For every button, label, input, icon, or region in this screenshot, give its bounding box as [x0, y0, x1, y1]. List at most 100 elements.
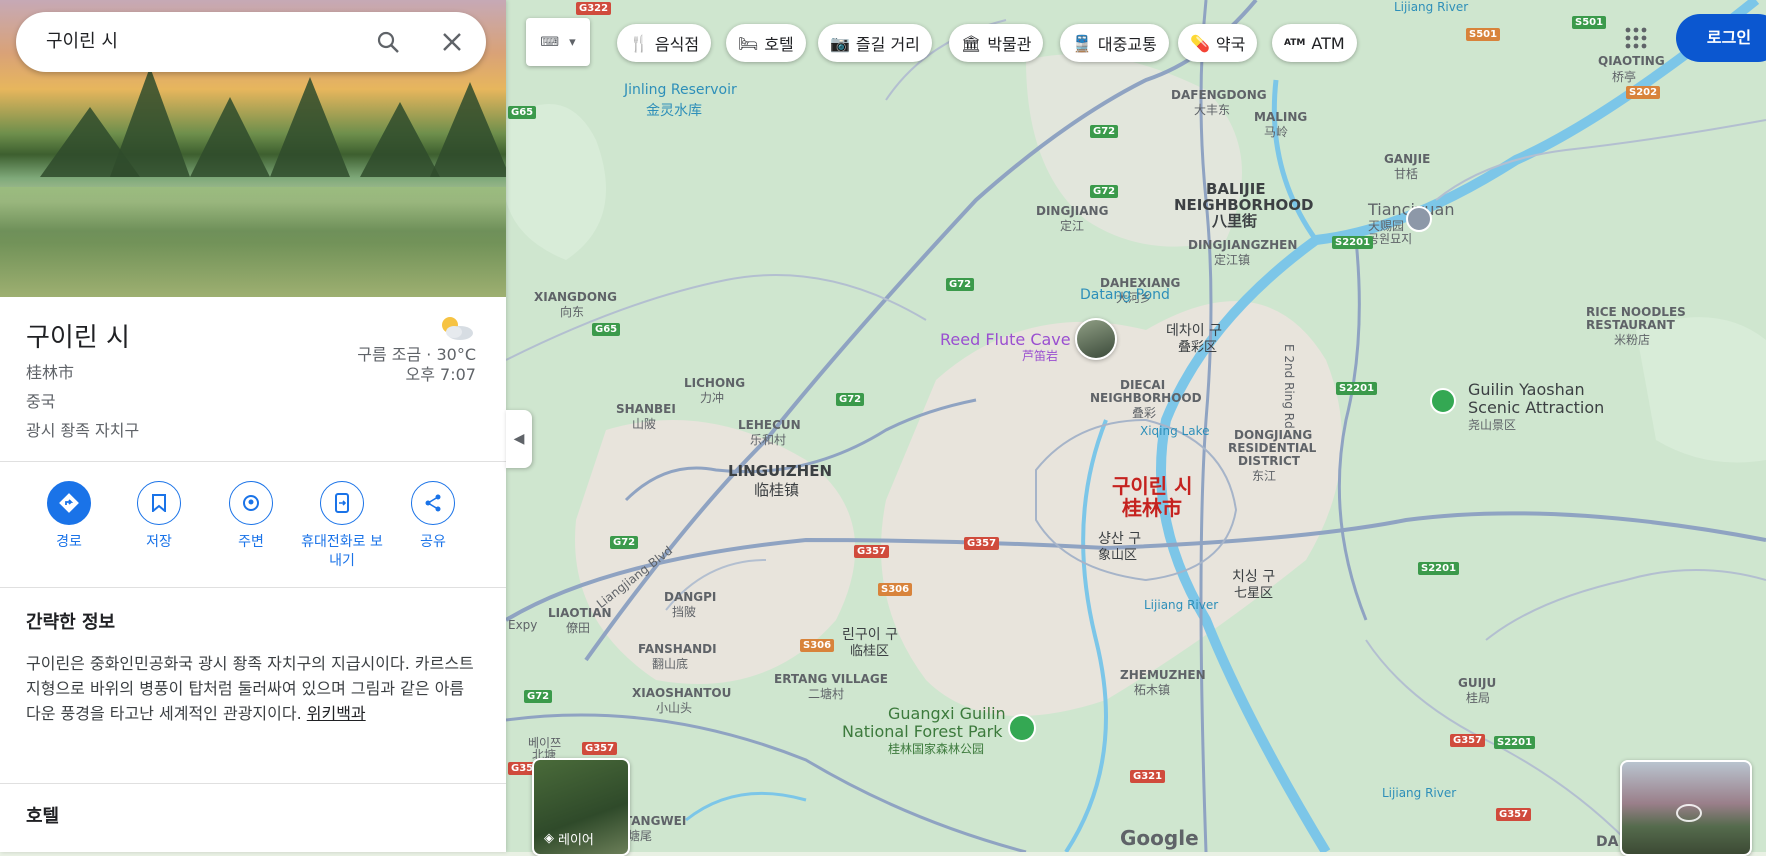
label-zhemuzhen-zh: 柘木镇 [1134, 683, 1171, 697]
label-dongjiang: DONGJIANG [1234, 428, 1313, 442]
label-diecai-neighborhood: DIECAI [1120, 378, 1166, 392]
label-lingui-district-zh: 临桂区 [850, 644, 890, 659]
label-rice-noodles-2: RESTAURANT [1586, 318, 1675, 332]
label-yaoshan: Guilin Yaoshan [1468, 380, 1585, 399]
label-da: DA [1596, 834, 1619, 850]
chip-museums[interactable]: 🏛 박물관 [949, 24, 1044, 62]
label-dafengdong-zh: 大丰东 [1194, 103, 1231, 117]
camera-icon: 📷 [830, 33, 850, 53]
divider [0, 783, 506, 784]
label-dingjiang-zh: 定江 [1060, 219, 1085, 233]
label-xiqing-lake: Xiqing Lake [1140, 424, 1210, 438]
share-icon [411, 481, 455, 525]
chip-pharmacy[interactable]: 💊 약국 [1178, 24, 1258, 62]
road-shield-s501: S501 [1466, 28, 1501, 41]
label-shanbei-zh: 山陂 [632, 417, 657, 431]
road-shield-g357: G357 [1496, 808, 1532, 821]
label-expy: Expy [508, 618, 538, 632]
search-icon[interactable] [374, 28, 402, 56]
street-view-360-icon [1676, 804, 1702, 822]
bookmark-icon [137, 481, 181, 525]
summary-text: 구이린은 중화인민공화국 광시 좡족 자치구의 지급시이다. 카르스트 지형으로… [26, 654, 474, 723]
input-tools-button[interactable]: ⌨ ▾ [526, 18, 590, 66]
label-rice-noodles: RICE NOODLES [1586, 305, 1686, 319]
road-shield-s501: S501 [1572, 16, 1607, 29]
label-dongjiang-zh: 东江 [1252, 469, 1277, 483]
chip-atm[interactable]: ATM ATM [1272, 24, 1357, 62]
nearby-button[interactable]: 주변 [205, 481, 297, 552]
road-shield-g65: G65 [508, 106, 537, 119]
wikipedia-link[interactable]: 위키백과 [307, 704, 366, 723]
layers-button[interactable]: ◈ 레이어 [532, 758, 630, 856]
login-button[interactable]: 로그인 [1676, 14, 1766, 62]
label-forest-park-zh: 桂林国家森林公园 [888, 742, 985, 756]
apps-grid-icon[interactable] [1620, 22, 1652, 54]
cemetery-icon[interactable] [1406, 206, 1432, 232]
chip-label: 즐길 거리 [855, 35, 920, 54]
label-dingjiangzhen: DINGJIANGZHEN [1188, 238, 1298, 252]
label-xiangdong: XIANGDONG [534, 290, 617, 304]
nearby-label: 주변 [238, 534, 264, 550]
label-lichong-zh: 力冲 [700, 391, 725, 405]
label-diecai-neighborhood-zh: 叠彩 [1132, 406, 1157, 420]
label-maling: MALING [1254, 110, 1308, 124]
summary-text-block: 구이린은 중화인민공화국 광시 좡족 자치구의 지급시이다. 카르스트 지형으로… [26, 651, 476, 726]
reed-flute-cave-photo-pin[interactable] [1075, 318, 1117, 360]
place-country: 중국 [26, 392, 56, 411]
chip-hotels[interactable]: 🛏 호텔 [726, 24, 806, 62]
label-dangpi-zh: 挡陂 [672, 605, 697, 619]
label-xiangdong-zh: 向东 [560, 305, 585, 319]
label-dongjiang-3: DISTRICT [1238, 454, 1300, 468]
label-tangwei: TANGWEI [624, 814, 687, 828]
label-dingjiangzhen-zh: 定江镇 [1214, 253, 1251, 267]
tree-park-icon[interactable] [1430, 388, 1456, 414]
road-shield-g321: G321 [1130, 770, 1166, 783]
place-local-name: 桂林市 [26, 363, 75, 382]
chip-label: 약국 [1215, 35, 1246, 54]
label-zhemuzhen: ZHEMUZHEN [1120, 668, 1206, 682]
mountain-shape [110, 67, 190, 177]
chip-label: 음식점 [654, 35, 700, 54]
road-shield-g357: G357 [854, 545, 890, 558]
save-label: 저장 [146, 534, 172, 550]
place-title: 구이린 시 [26, 323, 130, 353]
save-button[interactable]: 저장 [113, 481, 205, 552]
search-box[interactable]: 구이린 시 [16, 12, 486, 72]
chevron-left-icon: ◀ [513, 431, 525, 447]
send-to-phone-label: 휴대전화로 보내기 [301, 534, 383, 569]
send-to-phone-button[interactable]: 휴대전화로 보내기 [296, 481, 388, 571]
directions-label: 경로 [56, 534, 82, 550]
map-canvas[interactable]: Jinling Reservoir 金灵水库 DAFENGDONG 大丰东 MA… [506, 0, 1766, 852]
place-region: 광시 좡족 자치구 [26, 421, 140, 440]
label-tianciyuan-ko: 공원묘지 [1368, 232, 1413, 246]
street-view-thumbnail[interactable] [1620, 760, 1752, 856]
label-lehecun: LEHECUN [738, 418, 801, 432]
road-shield-s202: S202 [1626, 86, 1661, 99]
close-icon[interactable] [438, 28, 466, 56]
share-label: 공유 [420, 534, 446, 550]
road-shield-g322: G322 [576, 2, 612, 15]
label-fanshandi-zh: 翻山底 [652, 657, 689, 671]
directions-button[interactable]: 경로 [23, 481, 115, 552]
share-button[interactable]: 공유 [387, 481, 479, 552]
tree-park-icon[interactable] [1008, 714, 1036, 742]
atm-icon: ATM [1284, 38, 1306, 48]
search-input[interactable]: 구이린 시 [46, 12, 118, 72]
label-ertang-zh: 二塘村 [808, 687, 845, 701]
chip-things-to-do[interactable]: 📷 즐길 거리 [818, 24, 932, 62]
chip-restaurants[interactable]: 🍴 음식점 [617, 24, 712, 62]
label-ganjie: GANJIE [1384, 152, 1431, 166]
mountain-shape [430, 82, 506, 177]
mountain-shape [190, 97, 270, 177]
road-shield-g357: G357 [964, 537, 1000, 550]
label-dafengdong: DAFENGDONG [1171, 88, 1267, 102]
label-xiaoshantou-zh: 小山头 [656, 701, 693, 715]
road-shield-g72: G72 [1090, 185, 1119, 198]
label-rice-noodles-zh: 米粉店 [1614, 333, 1651, 347]
label-qiaoting: QIAOTING [1598, 54, 1665, 68]
chip-label: ATM [1311, 33, 1345, 53]
chip-transit[interactable]: 🚆 대중교통 [1060, 24, 1169, 62]
mountain-shape [270, 77, 350, 177]
collapse-panel-button[interactable]: ◀ [506, 410, 532, 468]
label-diecai-district-zh: 叠彩区 [1178, 340, 1218, 355]
